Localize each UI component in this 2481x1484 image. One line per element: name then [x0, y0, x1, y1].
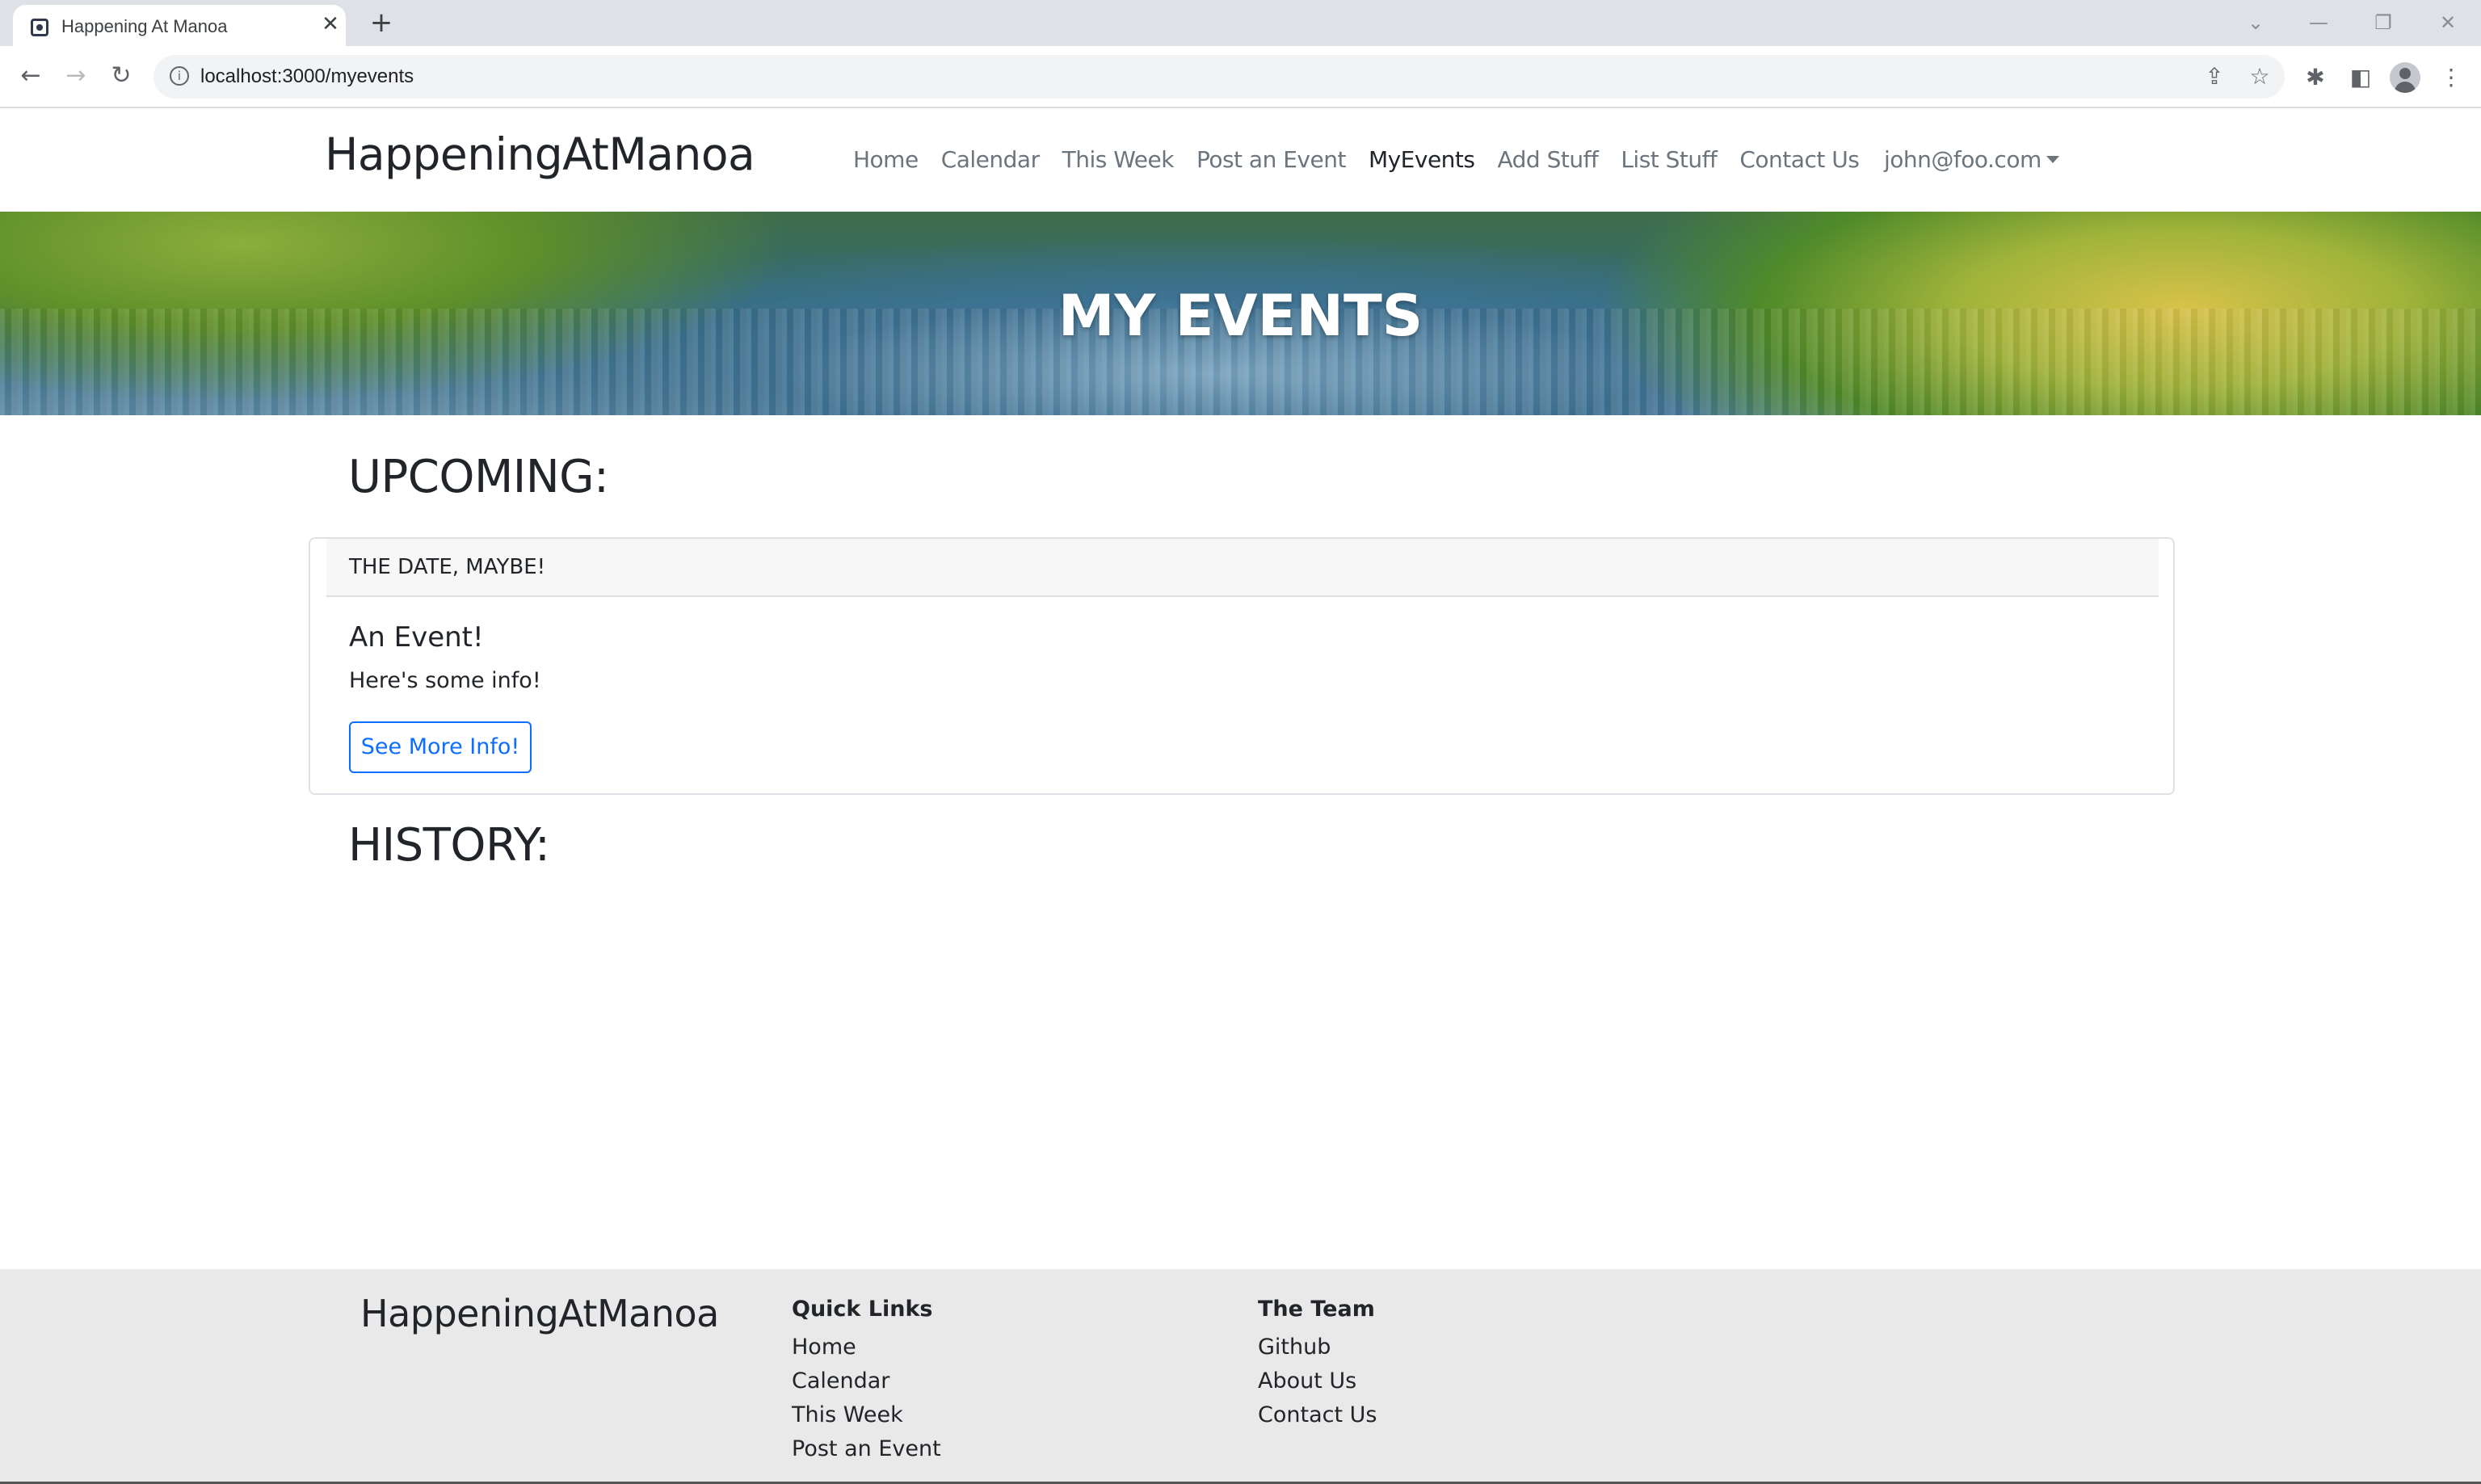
profile-avatar-icon[interactable] [2390, 62, 2420, 93]
reload-icon[interactable]: ↻ [105, 60, 137, 92]
footer-link-home[interactable]: Home [792, 1331, 941, 1364]
restore-icon[interactable]: ❐ [2367, 6, 2399, 39]
navbar-brand[interactable]: HappeningAtManoa [325, 128, 755, 180]
tab-title: Happening At Manoa [61, 16, 228, 36]
extensions-icon[interactable]: ✱ [2299, 61, 2332, 94]
browser-menu-icon[interactable]: ⋮ [2435, 61, 2467, 94]
event-card: THE DATE, MAYBE! An Event! Here's some i… [309, 537, 2175, 795]
favicon-icon [31, 19, 48, 36]
footer-link-calendar[interactable]: Calendar [792, 1364, 941, 1398]
upcoming-heading: UPCOMING: [348, 451, 609, 503]
nav-link-post-event[interactable]: Post an Event [1185, 146, 1357, 173]
see-more-info-button[interactable]: See More Info! [349, 721, 532, 773]
back-icon[interactable]: ← [15, 60, 47, 92]
bookmark-star-icon[interactable]: ☆ [2244, 61, 2275, 92]
address-bar[interactable]: i localhost:3000/myevents ⇪ ☆ [153, 55, 2285, 99]
nav-link-my-events[interactable]: MyEvents [1357, 146, 1486, 173]
footer-link-about-us[interactable]: About Us [1258, 1364, 1377, 1398]
share-icon[interactable]: ⇪ [2199, 61, 2230, 92]
footer-link-contact-us[interactable]: Contact Us [1258, 1398, 1377, 1432]
tab-search-icon[interactable]: ⌄ [2239, 6, 2272, 39]
nav-link-this-week[interactable]: This Week [1051, 146, 1185, 173]
hero-banner: MY EVENTS [0, 212, 2481, 415]
site-info-icon[interactable]: i [170, 66, 189, 86]
event-date: THE DATE, MAYBE! [349, 555, 546, 579]
page-title: MY EVENTS [1058, 283, 1423, 349]
quick-links-title: Quick Links [792, 1297, 933, 1322]
nav-link-list-stuff[interactable]: List Stuff [1609, 146, 1728, 173]
tab-close-icon[interactable]: ✕ [318, 12, 343, 36]
footer-link-this-week[interactable]: This Week [792, 1398, 941, 1432]
nav-link-calendar[interactable]: Calendar [930, 146, 1051, 173]
user-dropdown[interactable]: john@foo.com [1884, 146, 2059, 173]
new-tab-icon[interactable]: + [365, 6, 397, 39]
browser-tab-strip: Happening At Manoa ✕ + ⌄ — ❐ ✕ [0, 0, 2481, 46]
footer-brand: HappeningAtManoa [360, 1292, 719, 1335]
nav-link-contact-us[interactable]: Contact Us [1728, 146, 1870, 173]
browser-toolbar: ← → ↻ i localhost:3000/myevents ⇪ ☆ ✱ ◧ … [0, 46, 2481, 108]
nav-link-home[interactable]: Home [842, 146, 930, 173]
event-title: An Event! [349, 621, 484, 654]
footer-team: The Team Github About Us Contact Us [1258, 1297, 1377, 1432]
forward-icon[interactable]: → [60, 60, 92, 92]
site-footer: HappeningAtManoa Quick Links Home Calend… [0, 1269, 2481, 1484]
caret-down-icon [2046, 156, 2059, 163]
footer-link-github[interactable]: Github [1258, 1331, 1377, 1364]
history-heading: HISTORY: [348, 819, 550, 872]
event-info: Here's some info! [349, 668, 541, 693]
window-close-icon[interactable]: ✕ [2432, 6, 2464, 39]
nav-links: Home Calendar This Week Post an Event My… [842, 146, 1870, 173]
nav-link-add-stuff[interactable]: Add Stuff [1486, 146, 1609, 173]
team-title: The Team [1258, 1297, 1375, 1322]
footer-link-post-event[interactable]: Post an Event [792, 1432, 941, 1466]
minimize-icon[interactable]: — [2302, 6, 2335, 39]
browser-tab[interactable]: Happening At Manoa ✕ [13, 5, 346, 46]
user-email: john@foo.com [1884, 146, 2042, 173]
footer-quick-links: Quick Links Home Calendar This Week Post… [792, 1297, 941, 1466]
side-panel-icon[interactable]: ◧ [2344, 61, 2377, 94]
site-navbar: HappeningAtManoa Home Calendar This Week… [0, 109, 2481, 212]
url-text[interactable]: localhost:3000/myevents [200, 65, 414, 88]
card-header: THE DATE, MAYBE! [326, 539, 2159, 597]
